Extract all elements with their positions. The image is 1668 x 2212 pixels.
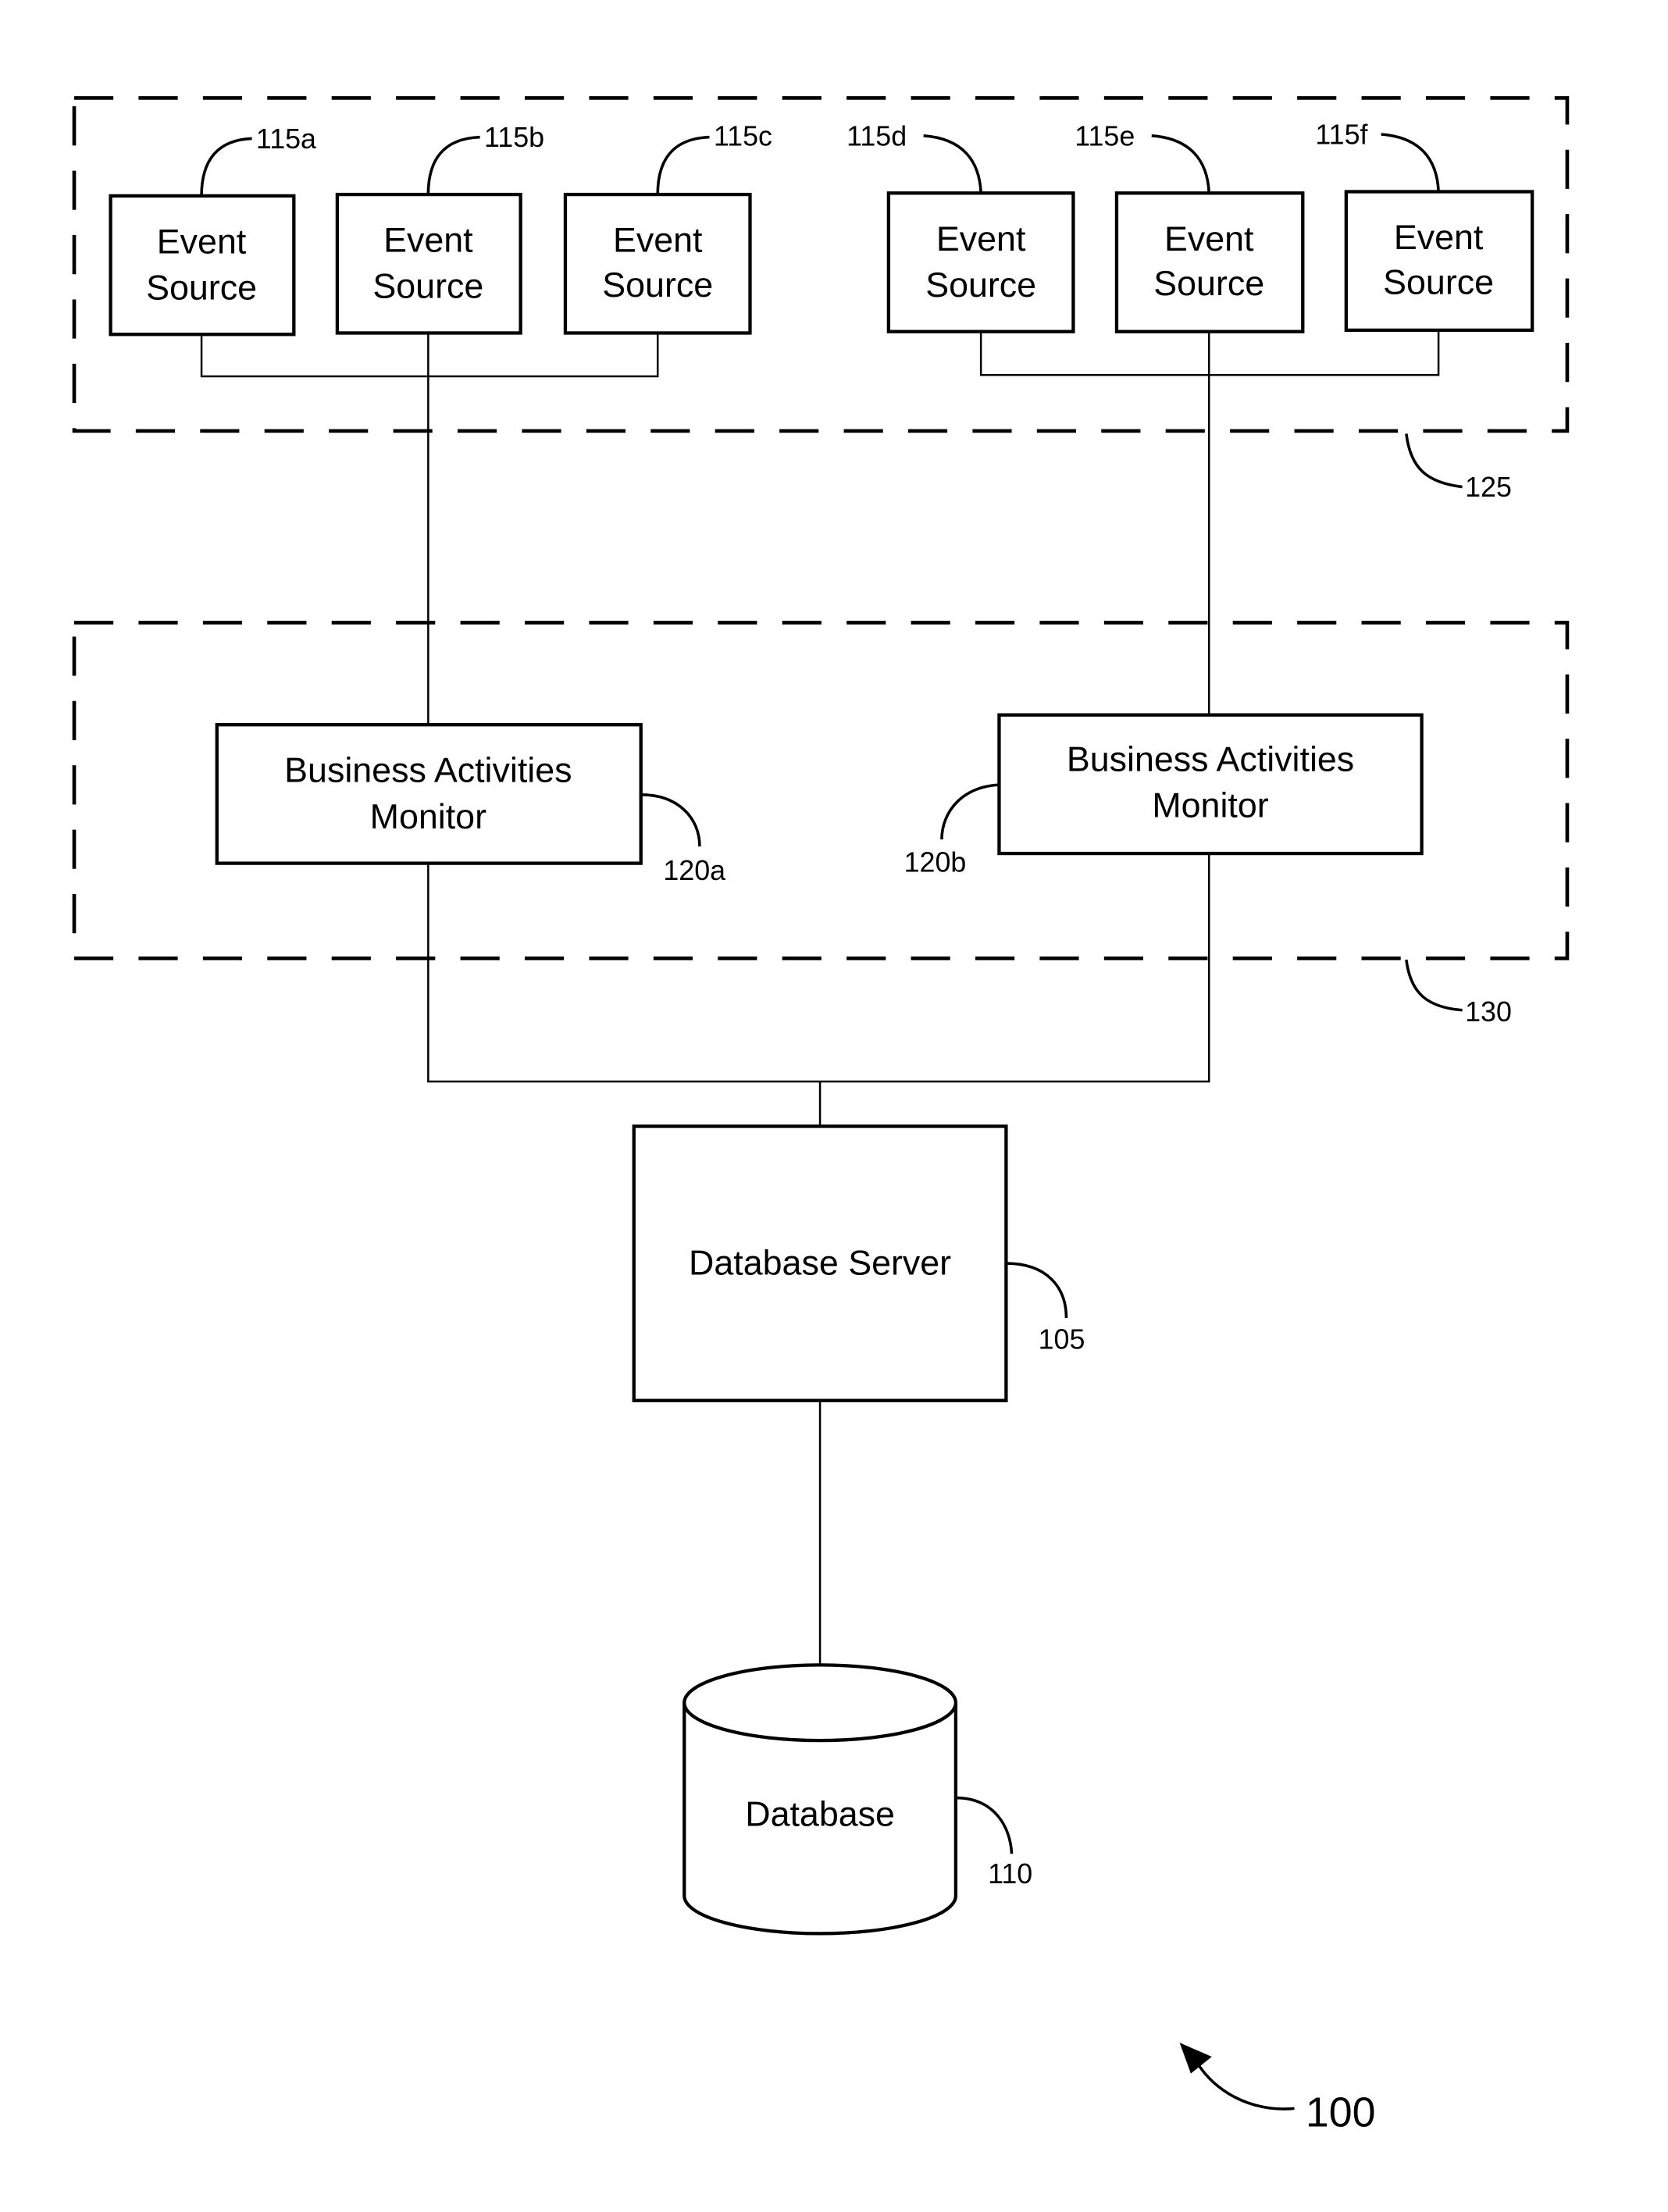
- connector-sources-abc: [200, 333, 659, 378]
- figure-reference-100: 100: [1179, 2043, 1376, 2136]
- connector-monitors-to-server: [427, 853, 1210, 1083]
- ref-115e: 115e: [1075, 120, 1135, 151]
- event-source-label: Source: [1383, 262, 1494, 301]
- leader-130: [1405, 960, 1463, 1012]
- figure-number: 100: [1306, 2089, 1376, 2136]
- ref-115d: 115d: [846, 120, 907, 151]
- event-source-label: Event: [383, 221, 473, 260]
- business-activities-monitor-120b: Business Activities Monitor 120b: [904, 713, 1424, 878]
- leader-125: [1405, 433, 1463, 489]
- event-source-label: Source: [146, 268, 257, 307]
- ref-115c: 115c: [714, 120, 772, 151]
- ref-120a: 120a: [663, 855, 725, 886]
- system-diagram: 125 130 Event Source 115a Event Source 1…: [72, 96, 1570, 2136]
- event-source-label: Event: [157, 222, 247, 261]
- database-server-105: Database Server 105: [632, 1124, 1085, 1402]
- event-source-label: Event: [936, 219, 1026, 258]
- ref-125: 125: [1465, 472, 1512, 503]
- event-source-115a: Event Source 115a: [109, 123, 316, 337]
- ref-115a: 115a: [256, 123, 316, 155]
- ref-130: 130: [1465, 996, 1512, 1028]
- event-source-label: Event: [613, 221, 703, 260]
- ref-110: 110: [988, 1858, 1032, 1890]
- arrow-icon: [1191, 2053, 1295, 2110]
- business-activities-monitor-120a: Business Activities Monitor 120a: [215, 723, 725, 886]
- event-source-label: Source: [372, 267, 483, 306]
- event-source-label: Event: [1164, 219, 1254, 258]
- event-source-label: Source: [1153, 264, 1264, 303]
- database-server-label: Database Server: [689, 1243, 951, 1282]
- database-110: Database 110: [683, 1663, 1032, 1936]
- monitor-label: Business Activities: [284, 751, 572, 790]
- monitor-label: Monitor: [1152, 785, 1268, 825]
- database-label: Database: [745, 1794, 895, 1833]
- event-source-115d: Event Source 115d: [846, 120, 1075, 333]
- monitor-label: Business Activities: [1067, 739, 1354, 778]
- event-source-115e: Event Source 115e: [1075, 120, 1305, 333]
- event-source-label: Source: [925, 265, 1036, 305]
- event-source-label: Source: [602, 265, 713, 305]
- monitor-label: Monitor: [370, 797, 486, 836]
- ref-115f: 115f: [1315, 119, 1367, 151]
- ref-120b: 120b: [904, 846, 967, 878]
- event-source-115c: Event Source 115c: [563, 120, 772, 335]
- arrowhead-icon: [1179, 2043, 1212, 2074]
- event-source-115f: Event Source 115f: [1315, 119, 1534, 333]
- ref-105: 105: [1039, 1323, 1085, 1355]
- event-source-label: Event: [1394, 218, 1484, 257]
- event-source-115b: Event Source 115b: [335, 122, 544, 335]
- ref-115b: 115b: [484, 122, 544, 153]
